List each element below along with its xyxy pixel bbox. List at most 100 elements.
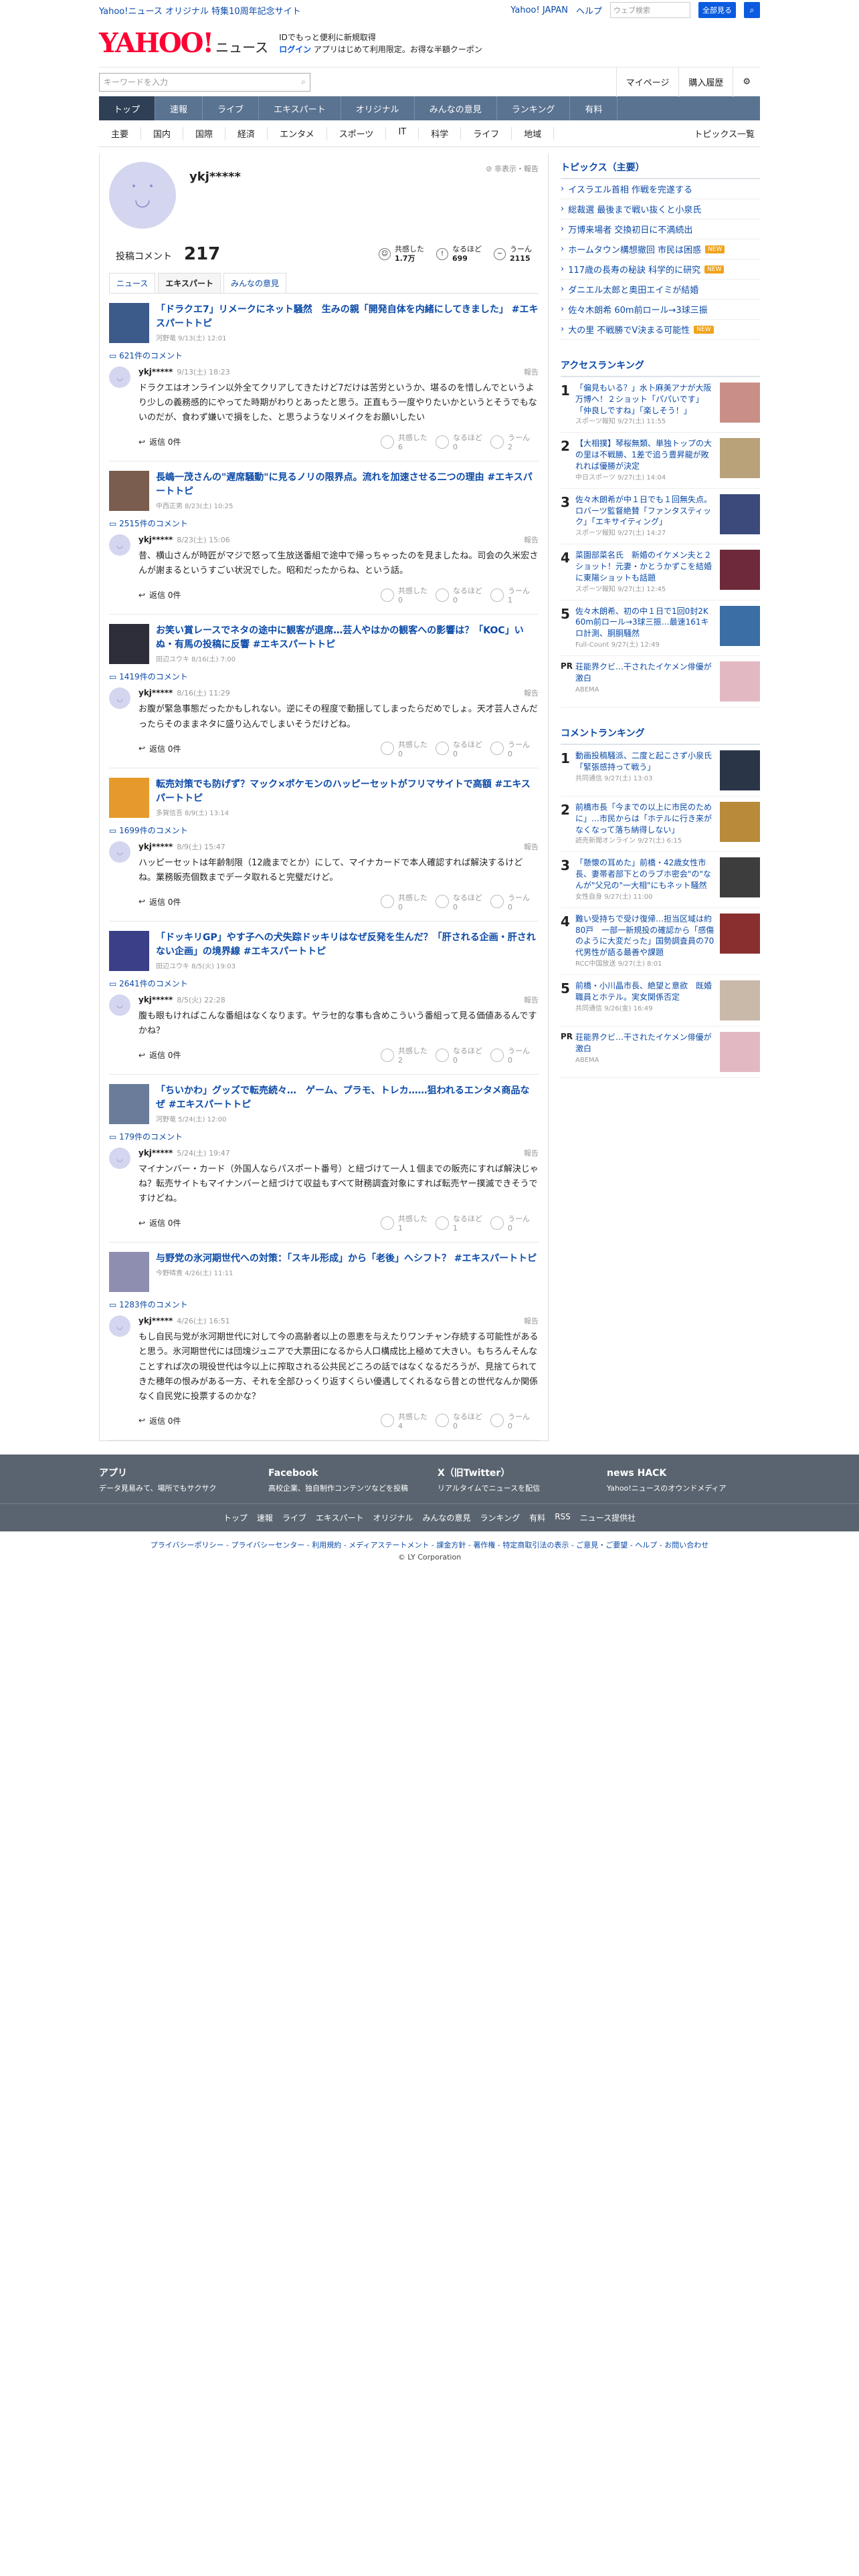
pr-item[interactable]: PR 荘能界クビ…干されたイケメン俳優が激白 ABEMA bbox=[561, 656, 760, 708]
search-all-button[interactable]: 全部見る bbox=[698, 2, 736, 18]
ranking-item[interactable]: 4 難い受持ちで受け復帰…担当区域は約80戸 一部一新規投の確認から「感傷のように… bbox=[561, 908, 760, 975]
comment-count-link[interactable]: ▭ 1419件のコメント bbox=[109, 671, 539, 682]
comment-count-link[interactable]: ▭ 2641件のコメント bbox=[109, 978, 539, 989]
report-link[interactable]: 報告 bbox=[524, 366, 539, 377]
gear-icon[interactable]: ⚙ bbox=[733, 67, 760, 97]
footer-link[interactable]: みんなの意見 bbox=[423, 1512, 471, 1523]
gnav-top[interactable]: トップ bbox=[99, 96, 156, 120]
topic-item[interactable]: › 総裁選 最後まで戦い抜くと小泉氏 bbox=[561, 199, 760, 219]
comment-count-link[interactable]: ▭ 2515件のコメント bbox=[109, 518, 539, 529]
ranking-item[interactable]: 5 佐々木朗希、初の中１日で1回0封2K 60m前ロール→3球三振…最速161キロ… bbox=[561, 601, 760, 656]
comment-count-link[interactable]: ▭ 1283件のコメント bbox=[109, 1299, 539, 1310]
article-link[interactable]: 「ドラクエ7」リメークにネット騒然 生みの親「開発自体を内緒にしてきました」 #… bbox=[109, 303, 539, 343]
topic-item[interactable]: › ホームタウン構想撤回 市民は困惑 NEW bbox=[561, 239, 760, 259]
gnav-paid[interactable]: 有料 bbox=[570, 96, 618, 120]
topbar-promo-link[interactable]: Yahoo!ニュース オリジナル 特集10周年記念サイト bbox=[99, 4, 301, 17]
help-link[interactable]: ヘルプ bbox=[576, 4, 602, 17]
un-button[interactable]: うーん 0 bbox=[490, 1045, 539, 1065]
un-button[interactable]: うーん 2 bbox=[490, 432, 539, 451]
topic-item[interactable]: › イスラエル首相 作戦を完遂する bbox=[561, 179, 760, 199]
like-button[interactable]: 共感した 0 bbox=[381, 585, 429, 605]
article-title[interactable]: 「ちいかわ」グッズで転売続々… ゲーム、プラモ、トレカ……狙われるエンタメ商品な… bbox=[156, 1084, 539, 1112]
snav-it[interactable]: IT bbox=[386, 127, 419, 140]
comment-count-link[interactable]: ▭ 1699件のコメント bbox=[109, 825, 539, 836]
ranking-item[interactable]: 2 【大相撲】琴桜無類、単独トップの大の里は不戦勝、1差で追う豊昇龍が敗れれば優勝… bbox=[561, 433, 760, 489]
comment-username[interactable]: ykj***** bbox=[138, 842, 173, 851]
like-button[interactable]: 共感した 1 bbox=[381, 1213, 429, 1232]
un-button[interactable]: うーん 0 bbox=[490, 739, 539, 758]
footer-link[interactable]: 有料 bbox=[529, 1512, 545, 1523]
article-link[interactable]: 「ドッキリGP」やす子への犬失踪ドッキリはなぜ反発を生んだ？「肝される企画・肝さ… bbox=[109, 930, 539, 971]
article-title[interactable]: お笑い賞レースでネタの途中に観客が退席…芸人やはかの観客への影響は？「KOC」い… bbox=[156, 624, 539, 652]
report-link[interactable]: 報告 bbox=[524, 1315, 539, 1326]
ranking-item[interactable]: 5 前橋・小川晶市長、絶望と意欲 既婚職員とホテル。実女関係否定 共同通信 9/26… bbox=[561, 975, 760, 1027]
gnav-ranking[interactable]: ランキング bbox=[497, 96, 571, 120]
report-link[interactable]: 報告 bbox=[524, 1148, 539, 1158]
naru-button[interactable]: なるほど 0 bbox=[436, 739, 484, 758]
comment-username[interactable]: ykj***** bbox=[138, 1316, 173, 1325]
footer-link[interactable]: トップ bbox=[223, 1512, 248, 1523]
reply-button[interactable]: ↩ 返信 0件 bbox=[138, 743, 181, 754]
comment-username[interactable]: ykj***** bbox=[138, 995, 173, 1004]
footer-link[interactable]: 速報 bbox=[257, 1512, 273, 1523]
tab-opinion[interactable]: みんなの意見 bbox=[223, 273, 287, 293]
snav-entertainment[interactable]: エンタメ bbox=[268, 127, 327, 140]
login-link[interactable]: ログイン bbox=[279, 45, 311, 54]
naru-button[interactable]: なるほど 0 bbox=[436, 892, 484, 911]
like-button[interactable]: 共感した 0 bbox=[381, 739, 429, 758]
gnav-original[interactable]: オリジナル bbox=[341, 96, 415, 120]
reply-button[interactable]: ↩ 返信 0件 bbox=[138, 436, 181, 447]
snav-science[interactable]: 科学 bbox=[419, 127, 462, 140]
gnav-expert[interactable]: エキスパート bbox=[259, 96, 341, 120]
article-title[interactable]: 長嶋一茂さんの"遅席騒動"に見るノリの限界点。流れを加速させる二つの理由 #エキ… bbox=[156, 471, 539, 499]
legal-links[interactable]: プライバシーポリシー - プライバシーセンター - 利用規約 - メディアステー… bbox=[0, 1531, 859, 1553]
ranking-item[interactable]: 2 前橋市長「今までの以上に市民のために」…市民からは「ホテルに行き来がなくなって… bbox=[561, 796, 760, 853]
topic-item[interactable]: › 万博来場者 交換初日に不満続出 bbox=[561, 219, 760, 239]
ranking-item[interactable]: 1 「偏見もいる？」水卜麻美アナが大阪万博へ！２ショット「パパいです」「仲良しです… bbox=[561, 377, 760, 433]
gnav-breaking[interactable]: 速報 bbox=[155, 96, 203, 120]
comment-count-link[interactable]: ▭ 621件のコメント bbox=[109, 350, 539, 361]
search-icon[interactable]: ⌕ bbox=[744, 2, 760, 18]
topics-list-link[interactable]: トピックス一覧 bbox=[694, 127, 760, 140]
article-link[interactable]: 与野党の氷河期世代への対策：「スキル形成」から「老後」へシフト？ #エキスパート… bbox=[109, 1252, 539, 1293]
gnav-live[interactable]: ライブ bbox=[203, 96, 260, 120]
reply-button[interactable]: ↩ 返信 0件 bbox=[138, 1049, 181, 1061]
report-link[interactable]: 報告 bbox=[524, 687, 539, 698]
naru-button[interactable]: なるほど 0 bbox=[436, 1411, 484, 1430]
ranking-item[interactable]: 3 佐々木朗希が中１日でも１回無失点。ロバーツ監督絶賛「ファンタスティック」「エキ… bbox=[561, 489, 760, 545]
reply-button[interactable]: ↩ 返信 0件 bbox=[138, 896, 181, 907]
report-link[interactable]: 報告 bbox=[524, 994, 539, 1005]
naru-button[interactable]: なるほど 0 bbox=[436, 585, 484, 605]
like-button[interactable]: 共感した 0 bbox=[381, 892, 429, 911]
footer-app[interactable]: アプリ データ見易みて、場所でもサクサク bbox=[99, 1467, 252, 1495]
pr-item[interactable]: PR 荘能界クビ…干されたイケメン俳優が激白 ABEMA bbox=[561, 1027, 760, 1078]
article-title[interactable]: 転売対策でも防げず？マック×ポケモンのハッピーセットがフリマサイトで高額 #エキ… bbox=[156, 778, 539, 806]
snav-life[interactable]: ライフ bbox=[461, 127, 512, 140]
reply-button[interactable]: ↩ 返信 0件 bbox=[138, 589, 181, 601]
article-title[interactable]: 「ドラクエ7」リメークにネット騒然 生みの親「開発自体を内緒にしてきました」 #… bbox=[156, 303, 539, 331]
like-button[interactable]: 共感した 2 bbox=[381, 1045, 429, 1065]
snav-domestic[interactable]: 国内 bbox=[141, 127, 184, 140]
article-link[interactable]: お笑い賞レースでネタの途中に観客が退席…芸人やはかの観客への影響は？「KOC」い… bbox=[109, 624, 539, 665]
naru-button[interactable]: なるほど 0 bbox=[436, 1045, 484, 1065]
hide-report-link[interactable]: ⊘ 非表示・報告 bbox=[486, 163, 539, 174]
search-icon[interactable]: ⌕ bbox=[301, 77, 306, 87]
un-button[interactable]: うーん 0 bbox=[490, 1411, 539, 1430]
snav-sports[interactable]: スポーツ bbox=[327, 127, 387, 140]
footer-link[interactable]: ランキング bbox=[480, 1512, 520, 1523]
un-button[interactable]: うーん 0 bbox=[490, 892, 539, 911]
snav-main[interactable]: 主要 bbox=[99, 127, 142, 140]
comment-username[interactable]: ykj***** bbox=[138, 367, 173, 377]
yahoo-japan-link[interactable]: Yahoo! JAPAN bbox=[510, 5, 568, 15]
ranking-item[interactable]: 3 「懸懐の耳めた」前橋・42歳女性市長、妻帯者部下とのラブホ密会"の"なんが"父… bbox=[561, 852, 760, 908]
article-link[interactable]: 「ちいかわ」グッズで転売続々… ゲーム、プラモ、トレカ……狙われるエンタメ商品な… bbox=[109, 1084, 539, 1125]
footer-link[interactable]: エキスパート bbox=[316, 1512, 364, 1523]
footer-link[interactable]: ニュース提供社 bbox=[580, 1512, 636, 1523]
mypage-link[interactable]: マイページ bbox=[615, 67, 679, 97]
reply-button[interactable]: ↩ 返信 0件 bbox=[138, 1217, 181, 1228]
report-link[interactable]: 報告 bbox=[524, 534, 539, 545]
snav-economy[interactable]: 経済 bbox=[225, 127, 268, 140]
topic-item[interactable]: › 117歳の長寿の秘訣 科学的に研究 NEW bbox=[561, 259, 760, 280]
comment-count-link[interactable]: ▭ 179件のコメント bbox=[109, 1131, 539, 1142]
comment-username[interactable]: ykj***** bbox=[138, 535, 173, 544]
